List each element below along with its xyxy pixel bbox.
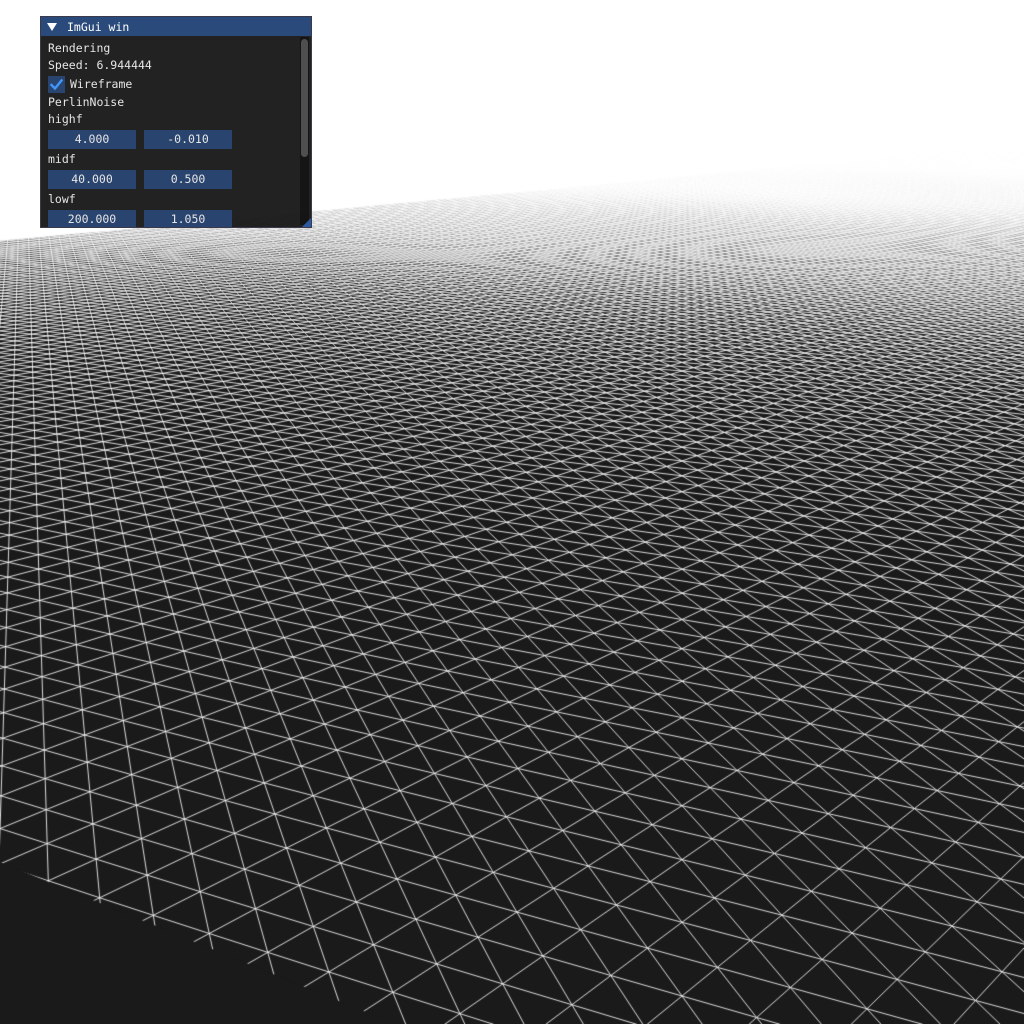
checkmark-icon [50,78,63,91]
midf-input-b[interactable]: 0.500 [144,170,232,189]
midf-input-a[interactable]: 40.000 [48,170,136,189]
highf-inputs: 4.000 -0.010 [48,130,303,150]
speed-readout: Speed: 6.944444 [48,58,152,72]
lowf-inputs: 200.000 1.050 [48,210,303,227]
window-scrollbar[interactable] [300,37,309,225]
wireframe-checkbox-row[interactable]: Wireframe [48,74,303,94]
highf-input-b[interactable]: -0.010 [144,130,232,149]
midf-label: midf [48,152,76,166]
wireframe-label: Wireframe [70,77,133,91]
rendering-label: Rendering [48,41,111,55]
window-titlebar[interactable]: ImGui win [41,17,311,36]
midf-inputs: 40.000 0.500 [48,170,303,190]
collapse-arrow-icon[interactable] [47,23,57,31]
perlin-noise-label: PerlinNoise [48,95,125,109]
imgui-window[interactable]: ImGui win Rendering Speed: 6.944444 Wire… [40,16,312,228]
window-title: ImGui win [67,19,130,34]
window-body: Rendering Speed: 6.944444 Wireframe Perl… [41,36,311,227]
lowf-label: lowf [48,192,76,206]
wireframe-checkbox[interactable] [48,76,65,93]
highf-label: highf [48,112,83,126]
highf-input-a[interactable]: 4.000 [48,130,136,149]
resize-grip-icon[interactable] [302,218,311,227]
scrollbar-grab[interactable] [301,39,308,157]
lowf-input-b[interactable]: 1.050 [144,210,232,227]
lowf-input-a[interactable]: 200.000 [48,210,136,227]
